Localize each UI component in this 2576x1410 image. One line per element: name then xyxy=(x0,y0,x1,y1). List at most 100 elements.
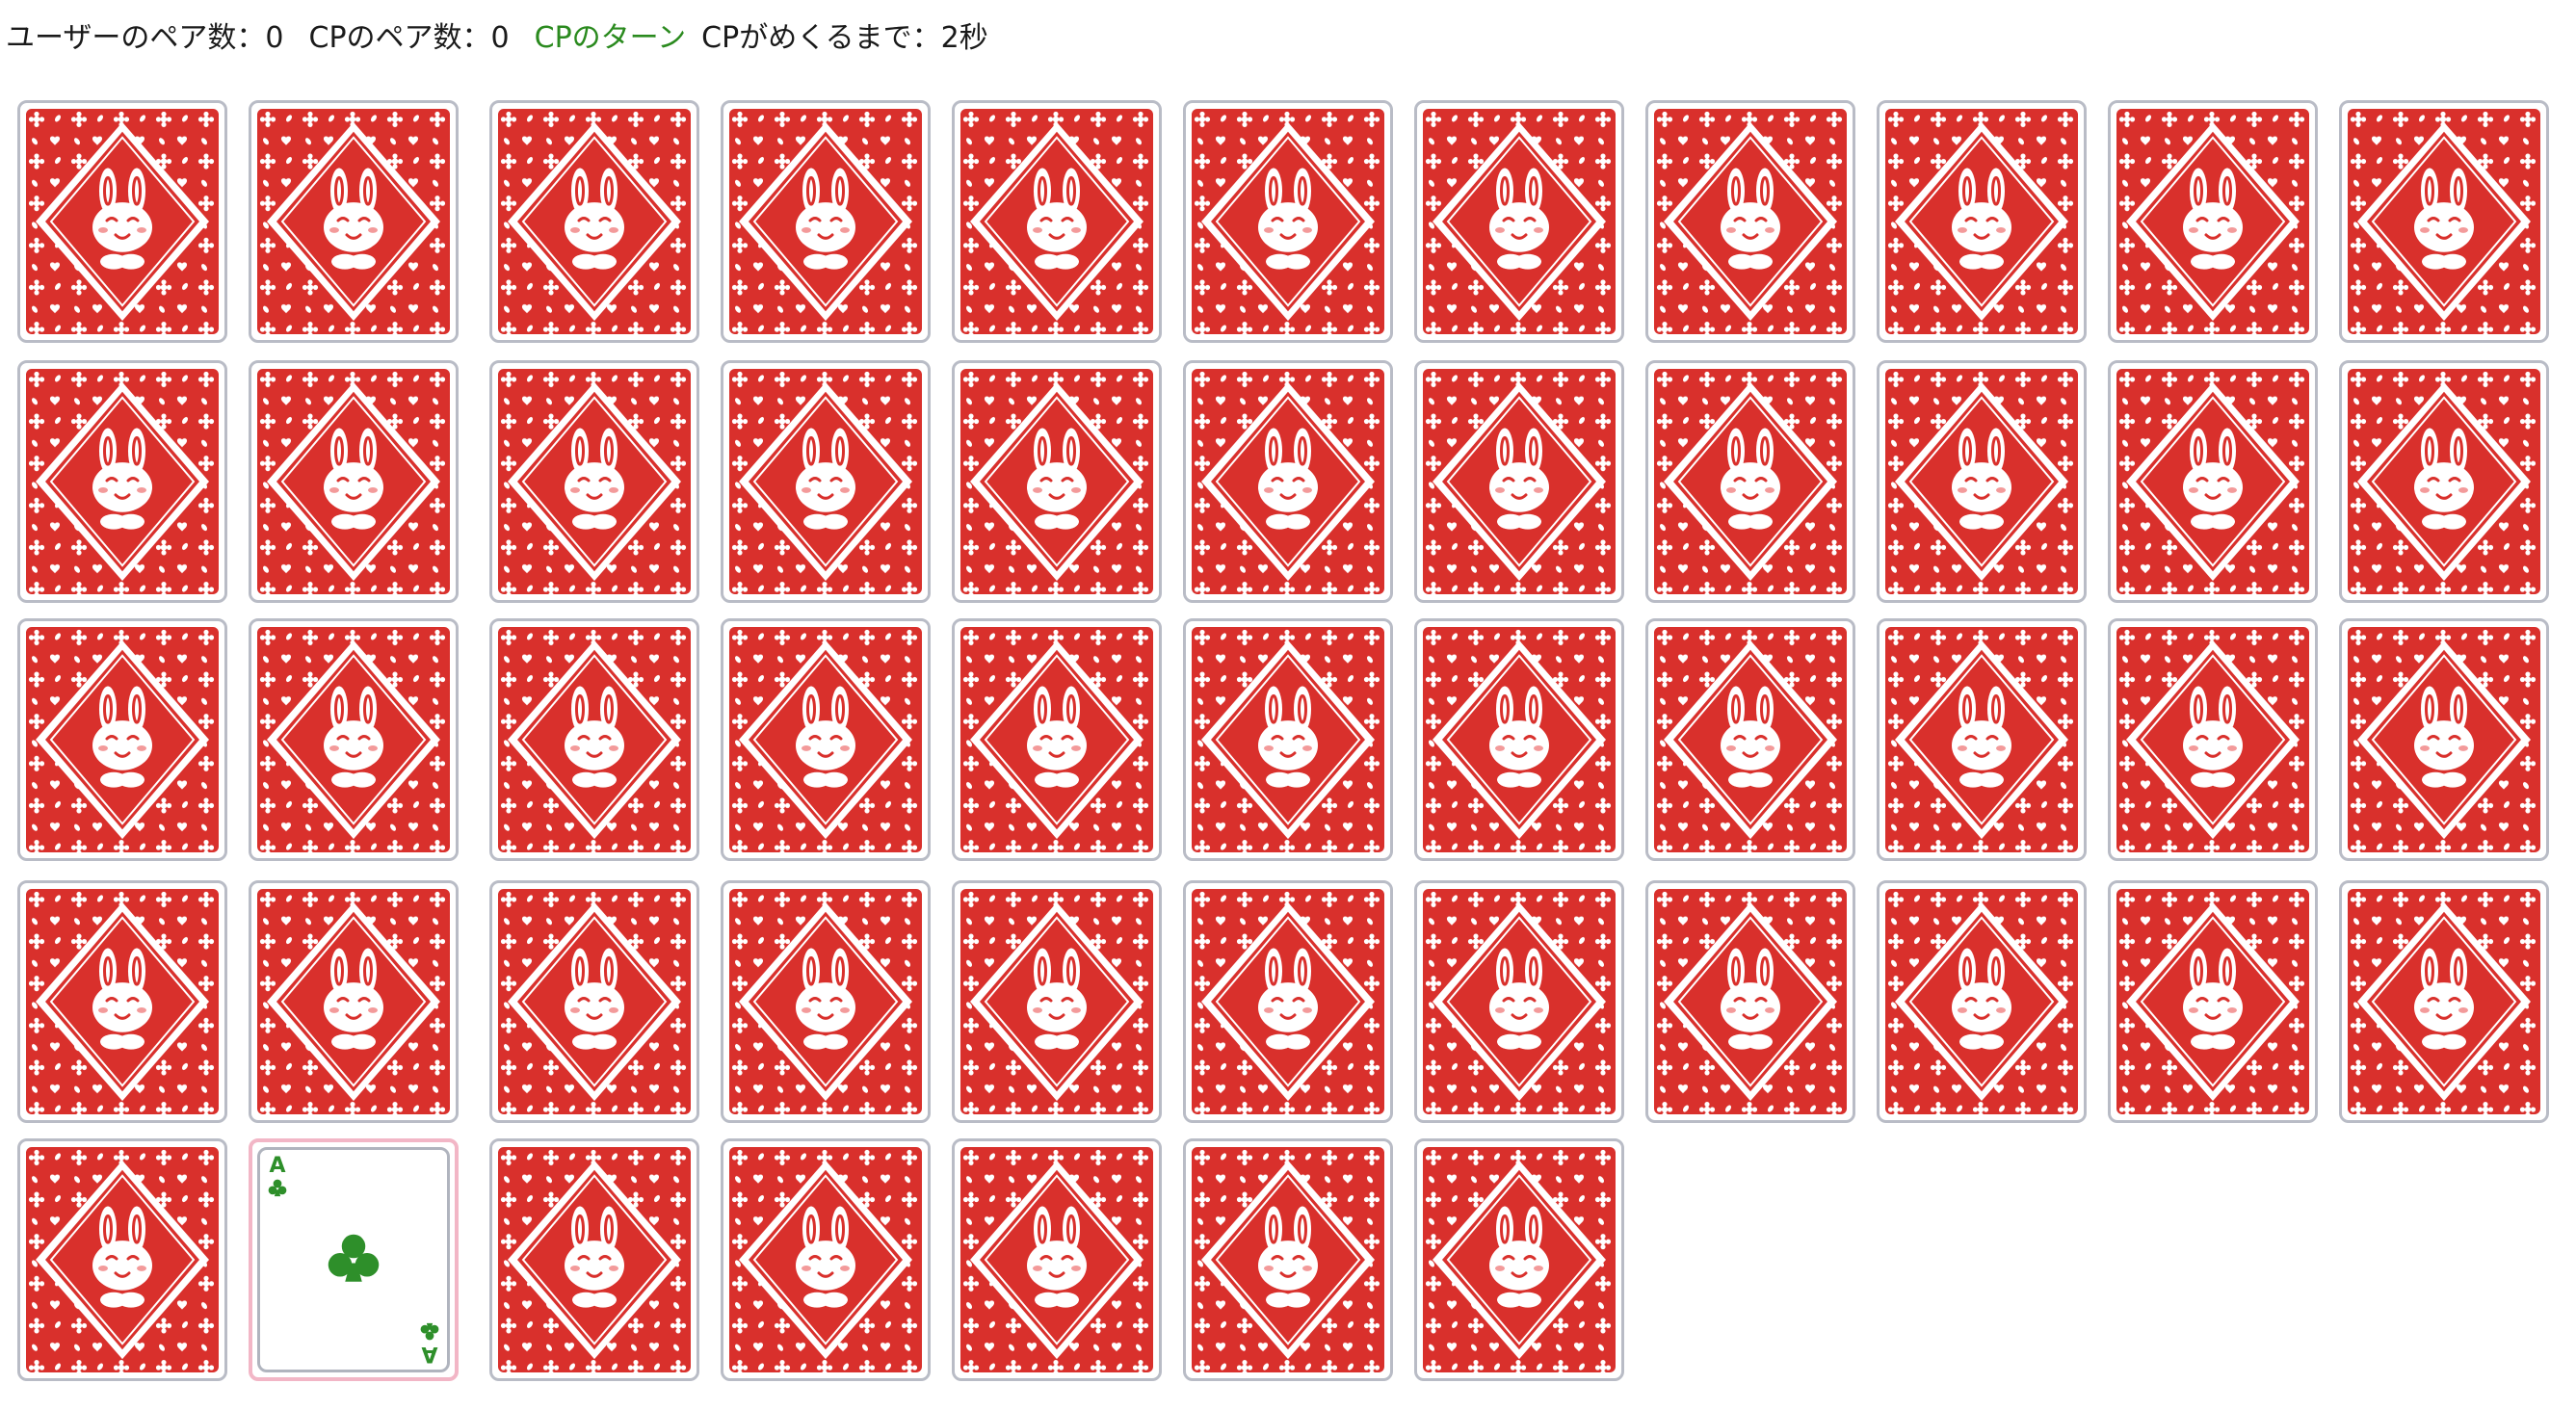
card-face-down[interactable] xyxy=(17,100,227,343)
bunny-card-back-icon xyxy=(1654,889,1847,1114)
bunny-card-back-icon xyxy=(1423,369,1616,594)
bunny-card-back-icon xyxy=(729,889,922,1114)
bunny-card-back-icon xyxy=(1192,889,1384,1114)
bunny-card-back-icon xyxy=(1885,369,2078,594)
bunny-card-back-icon xyxy=(498,369,691,594)
bunny-card-back-icon xyxy=(26,109,219,334)
card-face-down[interactable] xyxy=(1877,618,2087,861)
card-face-down[interactable] xyxy=(249,100,459,343)
card-face: AA xyxy=(257,1147,450,1372)
card-face-down[interactable] xyxy=(952,880,1162,1123)
bunny-card-back-icon xyxy=(1654,369,1847,594)
card-face-down[interactable] xyxy=(1414,100,1624,343)
card-face-down[interactable] xyxy=(1183,100,1393,343)
card-face-down[interactable] xyxy=(1877,360,2087,603)
bunny-card-back-icon xyxy=(26,627,219,852)
bunny-card-back-icon xyxy=(26,1147,219,1372)
bunny-card-back-icon xyxy=(729,1147,922,1372)
card-face-down[interactable] xyxy=(1414,1138,1624,1381)
card-face-down[interactable] xyxy=(1645,618,1855,861)
card-face-down[interactable] xyxy=(2339,880,2549,1123)
card-face-down[interactable] xyxy=(2339,100,2549,343)
card-face-down[interactable] xyxy=(1645,880,1855,1123)
card-face-down[interactable] xyxy=(1183,618,1393,861)
card-face-down[interactable] xyxy=(2108,360,2318,603)
card-face-down[interactable] xyxy=(17,880,227,1123)
card-face-down[interactable] xyxy=(2108,880,2318,1123)
card-face-down[interactable] xyxy=(489,880,699,1123)
bunny-card-back-icon xyxy=(1192,109,1384,334)
club-icon xyxy=(420,1322,439,1341)
bunny-card-back-icon xyxy=(498,1147,691,1372)
bunny-card-back-icon xyxy=(729,369,922,594)
bunny-card-back-icon xyxy=(1192,627,1384,852)
bunny-card-back-icon xyxy=(2116,369,2309,594)
card-face-down[interactable] xyxy=(17,618,227,861)
bunny-card-back-icon xyxy=(2348,889,2540,1114)
card-face-down[interactable] xyxy=(721,1138,931,1381)
bunny-card-back-icon xyxy=(960,889,1153,1114)
bunny-card-back-icon xyxy=(1654,627,1847,852)
card-face-down[interactable] xyxy=(952,100,1162,343)
bunny-card-back-icon xyxy=(257,109,450,334)
bunny-card-back-icon xyxy=(2116,109,2309,334)
card-face-down[interactable] xyxy=(952,360,1162,603)
bunny-card-back-icon xyxy=(498,109,691,334)
bunny-card-back-icon xyxy=(2348,369,2540,594)
card-face-down[interactable] xyxy=(1414,618,1624,861)
card-face-down[interactable] xyxy=(1645,100,1855,343)
bunny-card-back-icon xyxy=(1654,109,1847,334)
card-face-down[interactable] xyxy=(2108,618,2318,861)
card-face-down[interactable] xyxy=(489,618,699,861)
bunny-card-back-icon xyxy=(1423,889,1616,1114)
card-face-down[interactable] xyxy=(489,1138,699,1381)
card-face-down[interactable] xyxy=(721,880,931,1123)
card-face-down[interactable] xyxy=(249,618,459,861)
cp-countdown: CPがめくるまで：2秒 xyxy=(701,21,988,55)
card-face-down[interactable] xyxy=(249,360,459,603)
card-face-down[interactable] xyxy=(2108,100,2318,343)
card-face-down[interactable] xyxy=(1414,880,1624,1123)
card-face-up[interactable]: AA xyxy=(249,1138,459,1381)
card-face-down[interactable] xyxy=(952,1138,1162,1381)
user-pair-count: ユーザーのペア数：0 xyxy=(6,21,284,55)
bunny-card-back-icon xyxy=(2116,627,2309,852)
bunny-card-back-icon xyxy=(1885,889,2078,1114)
card-board: AA xyxy=(17,100,2561,1391)
card-face-down[interactable] xyxy=(1645,360,1855,603)
card-face-down[interactable] xyxy=(721,618,931,861)
card-face-down[interactable] xyxy=(17,360,227,603)
bunny-card-back-icon xyxy=(2348,109,2540,334)
bunny-card-back-icon xyxy=(498,889,691,1114)
card-face-down[interactable] xyxy=(489,100,699,343)
card-face-down[interactable] xyxy=(1183,360,1393,603)
bunny-card-back-icon xyxy=(1885,109,2078,334)
card-rank-bottom: A xyxy=(418,1321,441,1366)
card-rank-label: A xyxy=(421,1342,438,1366)
bunny-card-back-icon xyxy=(26,369,219,594)
card-face-down[interactable] xyxy=(1877,880,2087,1123)
card-face-down[interactable] xyxy=(721,100,931,343)
bunny-card-back-icon xyxy=(729,109,922,334)
card-face-down[interactable] xyxy=(721,360,931,603)
bunny-card-back-icon xyxy=(26,889,219,1114)
bunny-card-back-icon xyxy=(257,627,450,852)
card-face-down[interactable] xyxy=(249,880,459,1123)
card-face-down[interactable] xyxy=(1183,1138,1393,1381)
bunny-card-back-icon xyxy=(960,1147,1153,1372)
bunny-card-back-icon xyxy=(2116,889,2309,1114)
card-face-down[interactable] xyxy=(1877,100,2087,343)
card-face-down[interactable] xyxy=(1183,880,1393,1123)
turn-indicator: CPのターン xyxy=(534,21,687,55)
card-face-down[interactable] xyxy=(17,1138,227,1381)
bunny-card-back-icon xyxy=(1423,627,1616,852)
card-face-down[interactable] xyxy=(1414,360,1624,603)
bunny-card-back-icon xyxy=(498,627,691,852)
card-face-down[interactable] xyxy=(2339,618,2549,861)
cp-pair-count: CPのペア数：0 xyxy=(308,21,510,55)
card-rank-top: A xyxy=(266,1156,289,1198)
card-face-down[interactable] xyxy=(489,360,699,603)
card-rank-label: A xyxy=(269,1154,286,1178)
card-face-down[interactable] xyxy=(952,618,1162,861)
card-face-down[interactable] xyxy=(2339,360,2549,603)
